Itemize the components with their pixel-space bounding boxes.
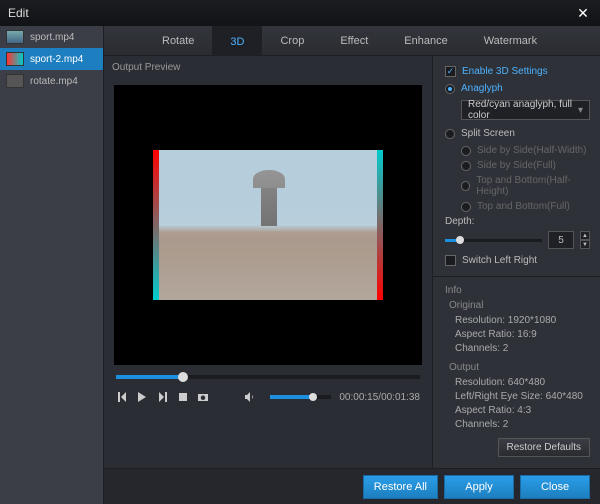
next-button[interactable] — [157, 389, 169, 405]
info-resolution: Resolution: 1920*1080 — [455, 315, 590, 326]
volume-icon[interactable] — [244, 389, 256, 405]
preview-frame — [153, 150, 383, 300]
preview-label: Output Preview — [104, 62, 432, 77]
info-out-channels: Channels: 2 — [455, 419, 590, 430]
file-list: sport.mp4 sport-2.mp4 rotate.mp4 — [0, 26, 104, 504]
restore-defaults-button[interactable]: Restore Defaults — [498, 438, 590, 457]
anaglyph-radio[interactable]: Anaglyph — [445, 83, 590, 94]
file-item[interactable]: rotate.mp4 — [0, 70, 103, 92]
volume-slider[interactable] — [270, 395, 331, 399]
stop-button[interactable] — [177, 389, 189, 405]
file-item[interactable]: sport-2.mp4 — [0, 48, 103, 70]
output-header: Output — [449, 362, 590, 373]
file-thumbnail — [6, 30, 24, 44]
checkbox-icon — [445, 66, 456, 77]
snapshot-button[interactable] — [197, 389, 209, 405]
file-thumbnail — [6, 74, 24, 88]
switch-lr-checkbox[interactable]: Switch Left Right — [445, 255, 590, 266]
radio-icon — [445, 84, 455, 94]
anaglyph-mode-dropdown[interactable]: Red/cyan anaglyph, full color — [461, 100, 590, 120]
info-channels: Channels: 2 — [455, 343, 590, 354]
split-sbs-half-radio: Side by Side(Half-Width) — [461, 145, 590, 156]
prev-button[interactable] — [116, 389, 128, 405]
tab-effect[interactable]: Effect — [322, 26, 386, 55]
close-button[interactable]: Close — [520, 475, 590, 499]
checkbox-icon — [445, 255, 456, 266]
titlebar: Edit ✕ — [0, 0, 600, 26]
depth-value[interactable]: 5 — [548, 231, 574, 249]
enable-3d-checkbox[interactable]: Enable 3D Settings — [445, 66, 590, 77]
depth-down-button[interactable]: ▼ — [580, 240, 590, 249]
depth-slider[interactable] — [445, 239, 542, 242]
window-title: Edit — [8, 6, 29, 20]
seek-slider[interactable] — [116, 375, 420, 379]
time-display: 00:00:15/00:01:38 — [339, 392, 420, 403]
tab-3d[interactable]: 3D — [212, 26, 262, 55]
edit-window: Edit ✕ sport.mp4 sport-2.mp4 rotate.mp4 … — [0, 0, 600, 504]
tab-bar: Rotate 3D Crop Effect Enhance Watermark — [104, 26, 600, 56]
split-sbs-full-radio: Side by Side(Full) — [461, 160, 590, 171]
depth-label: Depth: — [445, 216, 590, 227]
info-out-resolution: Resolution: 640*480 — [455, 377, 590, 388]
play-button[interactable] — [136, 389, 148, 405]
footer: Restore All Apply Close — [104, 468, 600, 504]
info-out-aspect: Aspect Ratio: 4:3 — [455, 405, 590, 416]
radio-icon — [445, 129, 455, 139]
tab-watermark[interactable]: Watermark — [466, 26, 555, 55]
file-label: rotate.mp4 — [30, 76, 78, 87]
split-tb-full-radio: Top and Bottom(Full) — [461, 201, 590, 212]
depth-up-button[interactable]: ▲ — [580, 231, 590, 240]
tab-crop[interactable]: Crop — [262, 26, 322, 55]
file-label: sport.mp4 — [30, 32, 74, 43]
file-label: sport-2.mp4 — [30, 54, 83, 65]
info-header: Info — [445, 285, 590, 296]
file-thumbnail — [6, 52, 24, 66]
restore-all-button[interactable]: Restore All — [363, 475, 438, 499]
tab-enhance[interactable]: Enhance — [386, 26, 465, 55]
info-aspect: Aspect Ratio: 16:9 — [455, 329, 590, 340]
split-screen-radio[interactable]: Split Screen — [445, 128, 590, 139]
preview-video — [114, 85, 422, 365]
tab-rotate[interactable]: Rotate — [144, 26, 212, 55]
info-out-eyesize: Left/Right Eye Size: 640*480 — [455, 391, 590, 402]
settings-panel: Enable 3D Settings Anaglyph Red/cyan ana… — [432, 56, 600, 468]
file-item[interactable]: sport.mp4 — [0, 26, 103, 48]
original-header: Original — [449, 300, 590, 311]
apply-button[interactable]: Apply — [444, 475, 514, 499]
close-icon[interactable]: ✕ — [574, 4, 592, 22]
split-tb-half-radio: Top and Bottom(Half-Height) — [461, 175, 590, 197]
